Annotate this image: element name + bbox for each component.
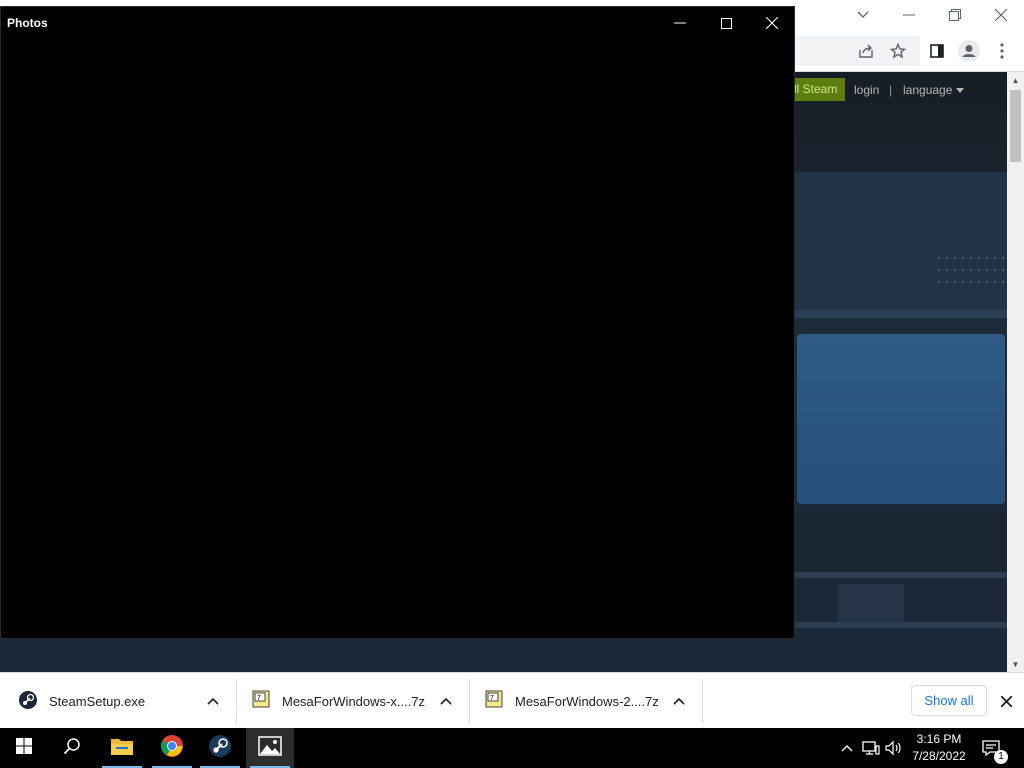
close-icon[interactable] xyxy=(996,691,1016,711)
steam-section xyxy=(795,512,1007,572)
steam-thumbnail[interactable] xyxy=(838,584,904,622)
taskbar-search-button[interactable] xyxy=(48,728,96,768)
download-item[interactable]: 7 MesaForWindows-x....7z xyxy=(237,679,469,723)
download-filename: MesaForWindows-2....7z xyxy=(515,694,659,709)
chrome-menu-icon[interactable] xyxy=(989,38,1015,64)
svg-text:7: 7 xyxy=(490,695,494,702)
photos-minimize-button[interactable] xyxy=(657,7,703,39)
network-icon[interactable] xyxy=(862,738,880,758)
search-icon xyxy=(63,737,81,760)
archive-7z-icon: 7 xyxy=(485,690,503,713)
notification-badge: 1 xyxy=(994,750,1008,764)
show-all-downloads-button[interactable]: Show all xyxy=(911,685,987,716)
folder-icon xyxy=(110,736,134,761)
steam-language-dropdown[interactable]: language xyxy=(903,83,952,97)
photos-window: Photos xyxy=(0,6,795,639)
side-panel-icon[interactable] xyxy=(924,38,950,64)
svg-text:7: 7 xyxy=(257,695,261,702)
chrome-close-button[interactable] xyxy=(978,0,1024,30)
photos-icon xyxy=(258,735,282,761)
steam-divider xyxy=(795,622,1007,628)
chrome-restore-button[interactable] xyxy=(932,0,978,30)
download-filename: SteamSetup.exe xyxy=(49,694,146,709)
page-scrollbar[interactable]: ▲ ▼ xyxy=(1007,72,1024,672)
scrollbar-thumb[interactable] xyxy=(1010,90,1021,162)
share-icon[interactable] xyxy=(853,38,879,64)
clock-date[interactable]: 7/28/2022 xyxy=(905,749,973,763)
show-hidden-icons-chevron-icon[interactable] xyxy=(838,738,856,758)
steam-icon xyxy=(208,734,232,763)
taskbar-chrome[interactable] xyxy=(148,728,196,768)
chevron-up-icon[interactable] xyxy=(205,693,221,709)
taskbar: 3:16 PM 7/28/2022 1 xyxy=(0,728,1024,768)
steam-divider xyxy=(795,572,1007,578)
download-shelf: SteamSetup.exe 7 MesaForWindows-x....7z … xyxy=(0,672,1024,728)
decorative-dots xyxy=(935,268,1005,272)
tab-search-icon[interactable] xyxy=(840,0,886,30)
steam-featured-card[interactable] xyxy=(797,334,1005,504)
bookmark-star-icon[interactable] xyxy=(885,38,911,64)
chevron-up-icon[interactable] xyxy=(671,693,687,709)
scroll-up-arrow-icon[interactable]: ▲ xyxy=(1007,72,1024,88)
photos-close-button[interactable] xyxy=(749,7,795,39)
taskbar-photos[interactable] xyxy=(246,728,294,768)
profile-avatar-icon[interactable] xyxy=(956,38,982,64)
download-item[interactable]: 7 MesaForWindows-2....7z xyxy=(470,679,702,723)
photos-maximize-button[interactable] xyxy=(703,7,749,39)
decorative-dots xyxy=(935,280,1005,284)
taskbar-steam[interactable] xyxy=(196,728,244,768)
steam-divider xyxy=(795,310,1007,318)
start-button[interactable] xyxy=(0,728,48,768)
caret-down-icon xyxy=(956,88,964,93)
taskbar-file-explorer[interactable] xyxy=(98,728,146,768)
steam-icon xyxy=(19,691,37,714)
download-item[interactable]: SteamSetup.exe xyxy=(0,679,236,723)
steam-login-link[interactable]: login xyxy=(854,83,879,97)
clock-time[interactable]: 3:16 PM xyxy=(905,732,973,746)
chevron-up-icon[interactable] xyxy=(438,693,454,709)
steam-hero-banner xyxy=(795,172,1007,312)
chrome-icon xyxy=(160,734,184,763)
archive-7z-icon: 7 xyxy=(252,690,270,713)
window-title: Photos xyxy=(7,16,48,30)
steam-header-separator: | xyxy=(889,83,893,97)
volume-icon[interactable] xyxy=(885,738,903,758)
download-separator xyxy=(702,679,703,723)
windows-logo-icon xyxy=(16,737,32,759)
chrome-minimize-button[interactable] xyxy=(886,0,932,30)
scroll-down-arrow-icon[interactable]: ▼ xyxy=(1007,656,1024,672)
decorative-dots xyxy=(935,256,1005,260)
download-filename: MesaForWindows-x....7z xyxy=(282,694,426,709)
